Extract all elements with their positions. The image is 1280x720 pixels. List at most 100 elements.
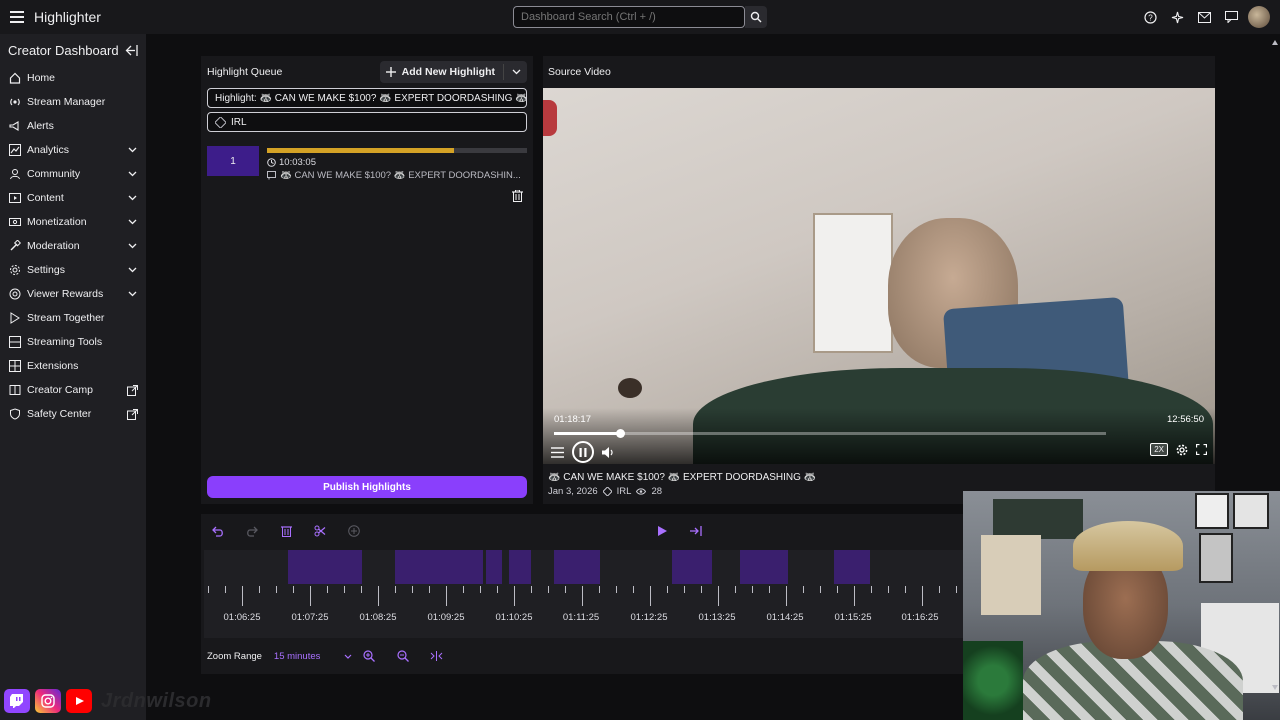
timeline-segment[interactable]	[288, 550, 362, 584]
zoom-in-button[interactable]	[352, 650, 386, 662]
chevron-down-icon	[126, 291, 138, 297]
sidebar-item-stream-manager[interactable]: Stream Manager	[0, 90, 146, 114]
sidebar-item-streaming-tools[interactable]: Streaming Tools	[0, 330, 146, 354]
video-controls: 01:18:17 12:56:50 2X	[543, 408, 1215, 464]
pause-icon	[579, 447, 587, 457]
extensions-icon	[8, 360, 21, 373]
undo-button[interactable]	[201, 514, 235, 548]
timeline-label: 01:09:25	[427, 612, 465, 623]
video-meta: Jan 3, 2026 IRL 28	[548, 486, 816, 497]
delete-clip-button[interactable]	[512, 189, 523, 205]
delete-segment-button[interactable]	[269, 514, 303, 548]
seek-bar[interactable]	[554, 429, 1106, 438]
redo-button[interactable]	[235, 514, 269, 548]
sidebar-item-community[interactable]: Community	[0, 162, 146, 186]
timeline-segment[interactable]	[554, 550, 600, 584]
sidebar-item-content[interactable]: Content	[0, 186, 146, 210]
timeline-tick	[531, 586, 532, 593]
timeline-segment[interactable]	[509, 550, 531, 584]
video-title: 🦝 CAN WE MAKE $100? 🦝 EXPERT DOORDASHING…	[548, 472, 817, 483]
timeline-tick	[922, 586, 923, 606]
zoom-range-select[interactable]: 15 minutes	[274, 651, 352, 662]
volume-icon[interactable]	[602, 446, 615, 458]
timeline-segment[interactable]	[834, 550, 870, 584]
sidebar: Creator Dashboard Home Stream Manager Al…	[0, 34, 146, 720]
timeline-tick	[344, 586, 345, 593]
redo-icon	[247, 526, 258, 537]
split-button[interactable]	[303, 514, 337, 548]
video-frame-detail	[813, 213, 893, 353]
sidebar-item-monetization[interactable]: Monetization	[0, 210, 146, 234]
menu-button[interactable]	[0, 0, 34, 34]
sidebar-item-alerts[interactable]: Alerts	[0, 114, 146, 138]
timeline-tick	[361, 586, 362, 593]
timeline-ticks	[204, 586, 963, 606]
current-time: 01:18:17	[554, 414, 591, 425]
help-button[interactable]: ?	[1140, 7, 1161, 28]
timeline-track[interactable]: 01:06:25 01:07:25 01:08:25 01:09:25 01:1…	[204, 550, 963, 638]
sidebar-item-stream-together[interactable]: Stream Together	[0, 306, 146, 330]
collapse-sidebar-icon[interactable]	[125, 44, 138, 56]
gear-icon[interactable]	[1176, 444, 1188, 456]
playback-speed-button[interactable]: 2X	[1150, 443, 1168, 456]
timeline-tick	[395, 586, 396, 593]
play-button[interactable]	[645, 514, 679, 548]
sidebar-item-settings[interactable]: Settings	[0, 258, 146, 282]
sidebar-item-label: Community	[27, 168, 81, 180]
timeline-tick	[905, 586, 906, 593]
timeline-tick	[820, 586, 821, 593]
clip-number: 1	[207, 146, 259, 176]
sidebar-item-home[interactable]: Home	[0, 66, 146, 90]
sidebar-item-extensions[interactable]: Extensions	[0, 354, 146, 378]
timeline-tick	[446, 586, 447, 606]
search-bar	[513, 6, 767, 28]
undo-icon	[212, 526, 223, 537]
pause-button[interactable]	[572, 441, 594, 463]
publish-highlights-button[interactable]: Publish Highlights	[207, 476, 527, 498]
timeline-segment[interactable]	[672, 550, 712, 584]
chevron-down-icon	[126, 147, 138, 153]
timeline-label: 01:11:25	[562, 612, 600, 623]
fit-timeline-button[interactable]	[420, 651, 454, 661]
sidebar-item-creator-camp[interactable]: Creator Camp	[0, 378, 146, 402]
highlight-title-field[interactable]: Highlight: 🦝 CAN WE MAKE $100? 🦝 EXPERT …	[207, 88, 527, 108]
timeline-segment[interactable]	[486, 550, 502, 584]
add-segment-button[interactable]	[337, 514, 371, 548]
fullscreen-icon[interactable]	[1196, 444, 1207, 455]
sidebar-item-analytics[interactable]: Analytics	[0, 138, 146, 162]
sidebar-item-safety-center[interactable]: Safety Center	[0, 402, 146, 426]
zoom-out-button[interactable]	[386, 650, 420, 662]
sidebar-item-label: Content	[27, 192, 64, 204]
video-player[interactable]: 01:18:17 12:56:50 2X	[543, 88, 1215, 464]
sidebar-item-label: Moderation	[27, 240, 80, 252]
sidebar-item-moderation[interactable]: Moderation	[0, 234, 146, 258]
timeline-tick	[599, 586, 600, 593]
timeline-tick	[939, 586, 940, 593]
category-field[interactable]: IRL	[207, 112, 527, 132]
search-input[interactable]	[513, 6, 745, 28]
inbox-button[interactable]	[1194, 7, 1215, 28]
queue-clip[interactable]: 1 10:03:05 🦝 CAN WE MAKE $100? 🦝 EXPERT …	[207, 146, 527, 181]
skip-to-end-button[interactable]	[679, 514, 713, 548]
category-icon	[215, 116, 226, 128]
page-scrollbar[interactable]	[1272, 40, 1278, 690]
clip-title-row: 🦝 CAN WE MAKE $100? 🦝 EXPERT DOORDASHIN.…	[267, 170, 521, 181]
timeline-segment[interactable]	[740, 550, 788, 584]
sidebar-item-viewer-rewards[interactable]: Viewer Rewards	[0, 282, 146, 306]
whispers-button[interactable]	[1221, 7, 1242, 28]
chevron-down-icon	[344, 654, 352, 659]
video-info: 🦝 CAN WE MAKE $100? 🦝 EXPERT DOORDASHING…	[548, 472, 816, 497]
avatar[interactable]	[1248, 6, 1270, 28]
chevron-down-icon[interactable]	[512, 69, 521, 75]
add-new-highlight-button[interactable]: Add New Highlight	[379, 61, 527, 83]
chapters-icon[interactable]	[551, 446, 564, 458]
seek-handle[interactable]	[616, 429, 626, 438]
magic-button[interactable]	[1167, 7, 1188, 28]
add-new-highlight-label: Add New Highlight	[401, 66, 495, 78]
timeline-segment[interactable]	[395, 550, 483, 584]
search-button[interactable]	[745, 6, 767, 28]
sidebar-item-label: Viewer Rewards	[27, 288, 104, 300]
top-icons: ?	[1140, 6, 1270, 28]
timeline-tick	[786, 586, 787, 606]
moderation-icon	[8, 240, 21, 253]
